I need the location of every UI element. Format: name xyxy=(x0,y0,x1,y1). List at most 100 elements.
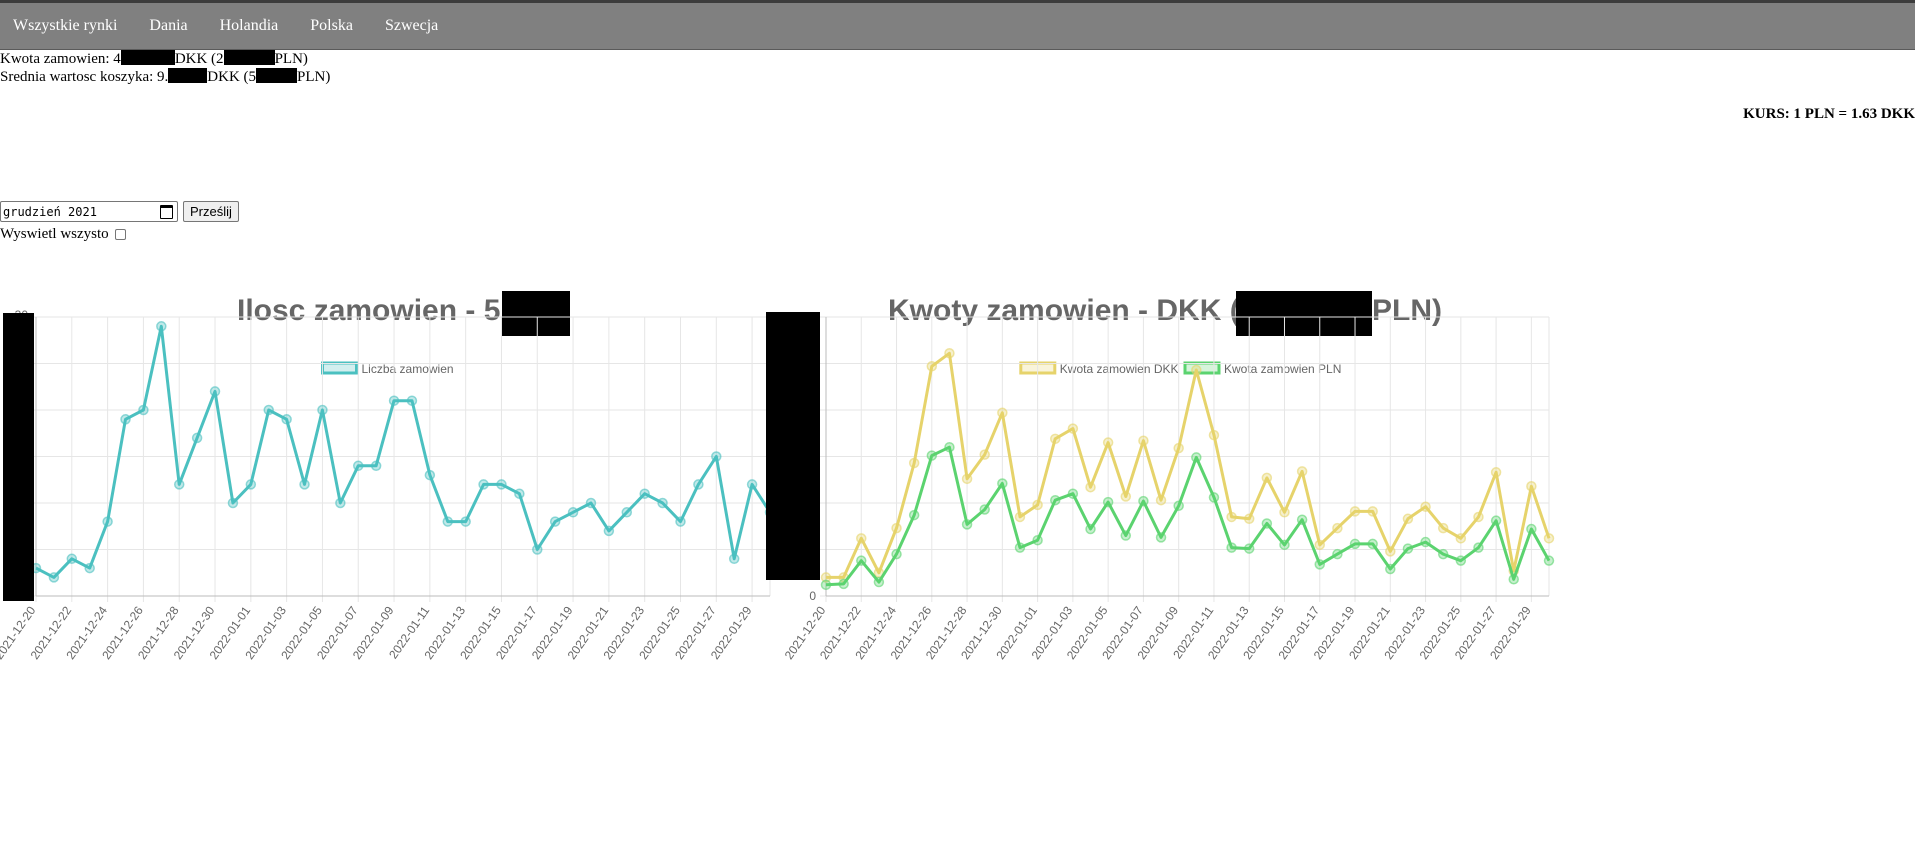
data-point xyxy=(1085,523,1096,535)
data-point xyxy=(1473,542,1484,553)
data-point xyxy=(1473,511,1484,523)
title-redaction xyxy=(502,291,570,336)
data-point xyxy=(997,407,1008,419)
data-point xyxy=(1508,574,1519,585)
data-point xyxy=(1455,555,1467,566)
redacted-value xyxy=(223,50,275,65)
data-point xyxy=(1155,494,1167,506)
data-point xyxy=(621,507,633,518)
data-point xyxy=(102,516,113,527)
data-point xyxy=(1420,501,1431,512)
series-line-2 xyxy=(825,445,1551,587)
data-point xyxy=(639,488,650,499)
data-point xyxy=(1102,496,1114,508)
chart-title: Ilosc zamowien - 5 xyxy=(237,294,500,327)
data-point xyxy=(1032,499,1043,511)
redacted-value xyxy=(120,50,175,65)
data-point xyxy=(1455,533,1467,544)
data-point xyxy=(711,451,722,462)
data-point xyxy=(1332,548,1343,560)
data-point xyxy=(299,479,310,490)
nav-link-poland[interactable]: Polska xyxy=(310,17,353,35)
data-point xyxy=(1279,507,1290,518)
data-point xyxy=(746,479,758,490)
filter-form: grudzień 2021 Prześlij xyxy=(0,201,239,222)
data-point xyxy=(388,395,400,406)
data-point xyxy=(1208,492,1220,503)
data-point xyxy=(245,479,257,490)
data-point xyxy=(1014,542,1026,553)
data-point xyxy=(120,414,131,425)
data-point xyxy=(1191,452,1202,463)
y-axis-redaction xyxy=(3,313,34,601)
submit-button[interactable]: Prześlij xyxy=(183,201,239,222)
data-point xyxy=(1049,494,1061,506)
data-point xyxy=(926,450,938,461)
month-input[interactable]: grudzień 2021 xyxy=(0,201,178,222)
avg-basket-suffix: PLN) xyxy=(297,69,331,85)
data-point xyxy=(1367,538,1378,550)
data-point xyxy=(944,441,955,453)
data-point xyxy=(1243,513,1255,525)
data-point xyxy=(263,404,274,416)
data-point xyxy=(1314,539,1326,551)
data-point xyxy=(1191,364,1202,376)
data-point xyxy=(1490,515,1502,526)
data-point xyxy=(908,457,920,469)
data-point xyxy=(1543,533,1555,544)
data-point xyxy=(1208,429,1220,441)
data-point xyxy=(1543,555,1555,566)
data-point xyxy=(693,479,704,490)
data-point xyxy=(675,516,686,527)
chart-title-prefix: Kwoty zamowien - DKK ( xyxy=(888,294,1240,327)
nav-link-all-markets[interactable]: Wszystkie rynki xyxy=(13,17,117,35)
calendar-icon[interactable] xyxy=(160,204,173,219)
nav-link-denmark[interactable]: Dania xyxy=(149,17,187,35)
order-amounts-chart: Kwoty zamowien - DKK (PLN) Kwota zamowien… xyxy=(766,291,1555,662)
summary-stats: Kwota zamowien: 4 DKK (2 PLN) Srednia wart… xyxy=(0,50,330,86)
data-point xyxy=(1296,514,1308,525)
data-point xyxy=(838,578,849,590)
data-point xyxy=(1385,563,1396,575)
data-point xyxy=(961,473,973,485)
title-redaction xyxy=(1236,291,1372,336)
order-amount-suffix: PLN) xyxy=(274,51,308,67)
show-all-checkbox[interactable] xyxy=(114,229,126,240)
data-point xyxy=(1349,506,1361,517)
data-point xyxy=(514,488,525,499)
data-point xyxy=(820,579,832,591)
show-all-label: Wyswietl wszysto xyxy=(0,226,109,242)
data-point xyxy=(1085,481,1096,493)
data-point xyxy=(1402,513,1414,525)
y-tick-label: 0 xyxy=(809,589,816,603)
data-point xyxy=(352,460,364,472)
nav-link-sweden[interactable]: Szwecja xyxy=(385,17,438,35)
data-point xyxy=(1261,472,1273,484)
data-point xyxy=(1067,423,1079,434)
data-point xyxy=(424,469,436,481)
data-point xyxy=(173,479,185,490)
data-point xyxy=(1437,548,1449,560)
data-point xyxy=(1385,546,1396,557)
nav-link-netherlands[interactable]: Holandia xyxy=(220,17,279,35)
market-nav: Wszystkie rynki Dania Holandia Polska Sz… xyxy=(0,3,1915,49)
order-amount-line: Kwota zamowien: 4 DKK (2 PLN) xyxy=(0,50,330,68)
data-point xyxy=(856,533,867,544)
avg-basket-prefix: Srednia wartosc koszyka: 9. xyxy=(0,69,169,85)
data-point xyxy=(1173,500,1184,512)
data-point xyxy=(1173,442,1184,454)
order-amount-prefix: Kwota zamowien: 4 xyxy=(0,51,121,67)
data-point xyxy=(1155,532,1167,543)
data-point xyxy=(156,321,167,332)
data-point xyxy=(48,572,60,583)
data-point xyxy=(603,525,615,537)
data-point xyxy=(1102,437,1114,448)
data-point xyxy=(549,516,561,527)
data-point xyxy=(1526,481,1537,492)
data-point xyxy=(1490,467,1502,478)
data-point xyxy=(335,497,346,509)
data-point xyxy=(209,386,221,397)
data-point xyxy=(1049,433,1061,445)
redacted-value xyxy=(168,68,208,83)
data-point xyxy=(1332,522,1343,534)
